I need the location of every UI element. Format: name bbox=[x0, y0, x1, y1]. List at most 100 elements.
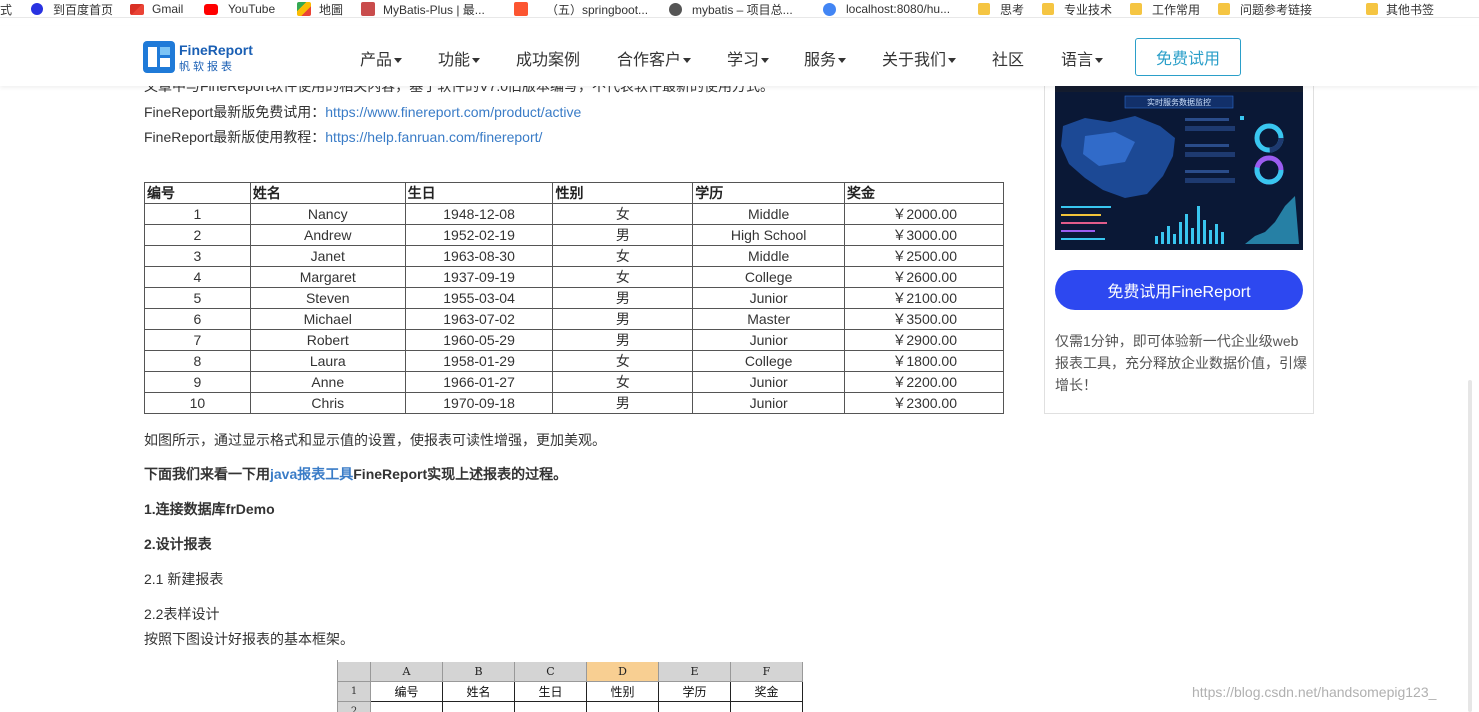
table-cell: 1970-09-18 bbox=[404, 392, 554, 414]
nav-item-services[interactable]: 服务 bbox=[804, 46, 847, 70]
bookmark-item[interactable]: localhost:8080/hu... bbox=[823, 1, 950, 17]
logo-text: FineReport bbox=[179, 42, 253, 58]
table-header-row: 编号 姓名 生日 性别 学历 奖金 bbox=[144, 182, 1004, 204]
table-row: 3 Janet 1963-08-30 女 Middle ￥2500.00 bbox=[144, 245, 1004, 267]
folder-icon bbox=[1130, 3, 1142, 15]
bookmark-item[interactable]: mybatis – 项目总... bbox=[669, 1, 793, 17]
dashboard-preview-image[interactable]: 实时服务数据监控 bbox=[1055, 86, 1303, 250]
column-header-cell[interactable]: E bbox=[659, 662, 731, 682]
table-cell: 1958-01-29 bbox=[404, 350, 554, 372]
java-report-tool-link[interactable]: java报表工具 bbox=[270, 466, 353, 482]
page-scrollbar[interactable] bbox=[1468, 380, 1472, 712]
table-row: 5 Steven 1955-03-04 男 Junior ￥2100.00 bbox=[144, 287, 1004, 309]
sheet-cell[interactable] bbox=[659, 702, 731, 712]
column-header: 编号 bbox=[144, 182, 251, 204]
bookmark-folder[interactable]: 其他书签 bbox=[1366, 1, 1434, 17]
bookmark-item[interactable]: YouTube bbox=[204, 1, 275, 17]
table-cell: College bbox=[692, 350, 846, 372]
site-header: FineReport 帆软报表 产品 功能 成功案例 合作客户 学习 服务 关于… bbox=[0, 26, 1479, 86]
table-cell: Michael bbox=[249, 308, 406, 330]
table-cell: Junior bbox=[692, 392, 846, 414]
nav-item-about[interactable]: 关于我们 bbox=[882, 46, 957, 70]
sheet-cell[interactable] bbox=[587, 702, 659, 712]
bookmark-folder[interactable]: 思考 bbox=[978, 1, 1024, 17]
chevron-down-icon bbox=[472, 58, 481, 64]
bookmark-item[interactable]: 式 bbox=[0, 1, 12, 17]
table-cell: ￥2600.00 bbox=[844, 266, 1004, 288]
folder-icon bbox=[1218, 3, 1230, 15]
table-row: 8 Laura 1958-01-29 女 College ￥1800.00 bbox=[144, 350, 1004, 372]
free-trial-button[interactable]: 免费试用 bbox=[1135, 38, 1241, 76]
table-cell: Nancy bbox=[249, 203, 406, 225]
tutorial-link[interactable]: https://help.fanruan.com/finereport/ bbox=[325, 129, 542, 145]
sheet-cell[interactable] bbox=[515, 702, 587, 712]
nav-item-cases[interactable]: 成功案例 bbox=[516, 46, 580, 70]
table-cell: Janet bbox=[249, 245, 406, 267]
intro-paragraph: 下面我们来看一下用java报表工具FineReport实现上述报表的过程。 bbox=[144, 466, 568, 482]
free-trial-finereport-button[interactable]: 免费试用FineReport bbox=[1055, 270, 1303, 310]
column-header-cell[interactable]: C bbox=[515, 662, 587, 682]
sheet-cell[interactable]: 奖金 bbox=[731, 682, 803, 702]
sheet-cell[interactable]: 生日 bbox=[515, 682, 587, 702]
table-cell: 7 bbox=[144, 329, 251, 351]
table-cell: Steven bbox=[249, 287, 406, 309]
trial-link[interactable]: https://www.finereport.com/product/activ… bbox=[325, 104, 581, 120]
gmail-icon bbox=[130, 3, 144, 15]
employee-table: 编号 姓名 生日 性别 学历 奖金 1 Nancy 1948-12-08 女 Middl… bbox=[144, 182, 1004, 414]
table-cell: 3 bbox=[144, 245, 251, 267]
step-heading: 2.设计报表 bbox=[144, 536, 212, 552]
nav-item-features[interactable]: 功能 bbox=[438, 46, 481, 70]
sheet-cell[interactable] bbox=[371, 702, 443, 712]
substep-heading: 2.2表样设计 bbox=[144, 606, 220, 622]
table-cell: 10 bbox=[144, 392, 251, 414]
table-cell: ￥2900.00 bbox=[844, 329, 1004, 351]
nav-item-language[interactable]: 语言 bbox=[1061, 46, 1104, 70]
nav-item-community[interactable]: 社区 bbox=[992, 46, 1024, 70]
table-cell: Chris bbox=[249, 392, 406, 414]
maps-icon bbox=[297, 2, 311, 16]
corner-cell bbox=[338, 662, 371, 682]
column-header-cell[interactable]: B bbox=[443, 662, 515, 682]
nav-item-products[interactable]: 产品 bbox=[360, 46, 403, 70]
table-cell: Master bbox=[692, 308, 846, 330]
nav-item-clients[interactable]: 合作客户 bbox=[617, 46, 692, 70]
bookmark-item[interactable]: MyBatis-Plus | 最... bbox=[361, 1, 485, 17]
table-cell: ￥2300.00 bbox=[844, 392, 1004, 414]
sheet-cell[interactable]: 性别 bbox=[587, 682, 659, 702]
mybatis-plus-icon bbox=[361, 2, 375, 16]
sheet-cell[interactable] bbox=[443, 702, 515, 712]
column-header: 奖金 bbox=[844, 182, 1004, 204]
table-cell: Anne bbox=[249, 371, 406, 393]
sheet-cell[interactable]: 姓名 bbox=[443, 682, 515, 702]
dashboard-preview-graphic: 实时服务数据监控 bbox=[1055, 86, 1303, 250]
chevron-down-icon bbox=[683, 58, 692, 64]
column-header-cell[interactable]: A bbox=[371, 662, 443, 682]
table-cell: 1960-05-29 bbox=[404, 329, 554, 351]
bookmark-item[interactable]: Gmail bbox=[130, 1, 183, 17]
bookmark-folder[interactable]: 工作常用 bbox=[1130, 1, 1200, 17]
bookmark-item[interactable]: 到百度首页 bbox=[31, 1, 113, 17]
watermark: https://blog.csdn.net/handsomepig123_ bbox=[1192, 684, 1437, 700]
table-cell: 男 bbox=[552, 392, 694, 414]
bookmark-folder[interactable]: 问题参考链接 bbox=[1218, 1, 1312, 17]
table-cell: 2 bbox=[144, 224, 251, 246]
bookmark-item[interactable]: （五）springboot... bbox=[514, 1, 648, 17]
column-header-cell[interactable]: D bbox=[587, 662, 659, 682]
sheet-cell[interactable]: 学历 bbox=[659, 682, 731, 702]
finereport-logo[interactable]: FineReport 帆软报表 bbox=[143, 41, 263, 73]
nav-item-learn[interactable]: 学习 bbox=[727, 46, 770, 70]
table-cell: 女 bbox=[552, 203, 694, 225]
sheet-cell[interactable] bbox=[731, 702, 803, 712]
promo-description: 仅需1分钟，即可体验新一代企业级web报表工具，充分释放企业数据价值，引爆增长！ bbox=[1055, 333, 1307, 393]
bookmark-folder[interactable]: 专业技术 bbox=[1042, 1, 1112, 17]
table-cell: 1948-12-08 bbox=[404, 203, 554, 225]
column-header-cell[interactable]: F bbox=[731, 662, 803, 682]
sheet-cell[interactable]: 编号 bbox=[371, 682, 443, 702]
table-cell: 男 bbox=[552, 287, 694, 309]
folder-icon bbox=[1366, 3, 1378, 15]
promo-card: 实时服务数据监控 免费试用FineReport 仅需1分钟，即可体验新一代企业级… bbox=[1044, 86, 1314, 414]
substep-heading: 2.1 新建报表 bbox=[144, 571, 224, 587]
table-cell: Andrew bbox=[249, 224, 406, 246]
table-cell: ￥3000.00 bbox=[844, 224, 1004, 246]
bookmark-item[interactable]: 地圖 bbox=[297, 1, 343, 17]
